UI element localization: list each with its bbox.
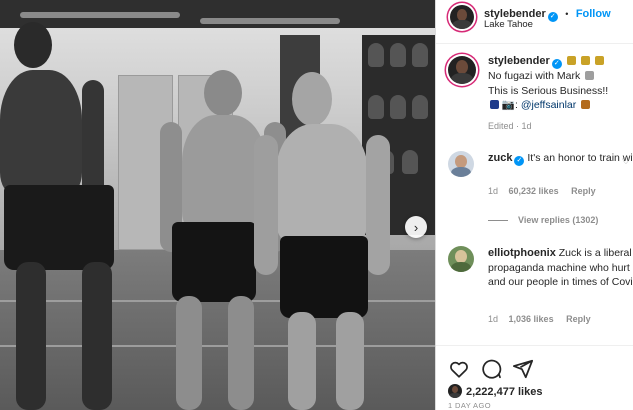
commenter-avatar[interactable] xyxy=(448,246,474,272)
verified-badge-icon: ✓ xyxy=(551,59,562,69)
comment-like-heart-icon[interactable]: ♡ xyxy=(622,156,630,167)
caption-line-1: No fugazi with Mark xyxy=(488,69,633,84)
verified-badge-icon: ✓ xyxy=(547,12,558,22)
photo-pipe xyxy=(200,18,340,24)
comment-likes[interactable]: 1,036 likes xyxy=(509,314,554,324)
post-sidebar: stylebender ✓ • Follow Lake Tahoe stylebe… xyxy=(435,0,633,410)
view-replies-button[interactable]: View replies (1302) xyxy=(488,215,598,225)
verified-badge-icon: ✓ xyxy=(514,156,525,166)
medal-emoji-icon xyxy=(566,56,576,65)
flag-emoji-icon xyxy=(490,100,499,109)
next-photo-button[interactable]: › xyxy=(405,216,427,238)
comment-time: 1d xyxy=(488,314,499,324)
post-actions-bar: 2,222,477 likes 1 DAY AGO xyxy=(436,345,633,410)
emoji-icon xyxy=(585,71,595,80)
comment-text: It's an honor to train with you guys! xyxy=(527,152,633,164)
photo-pipe xyxy=(20,12,180,18)
comment-item: elliotphoenix Zuck is a liberal propagan… xyxy=(448,244,633,334)
commenter-username[interactable]: elliotphoenix xyxy=(488,247,556,259)
comment-likes[interactable]: 60,232 likes xyxy=(509,186,559,196)
follow-button[interactable]: Follow xyxy=(576,8,611,20)
replies-divider xyxy=(488,220,508,222)
likes-summary: 2,222,477 likes xyxy=(448,384,542,398)
comment-item: zuck✓ It's an honor to train with you gu… xyxy=(448,148,633,233)
liker-avatar[interactable] xyxy=(448,384,462,398)
caption-status: Edited · 1d xyxy=(488,120,532,131)
post-date[interactable]: 1 DAY AGO xyxy=(448,401,491,410)
caption-line-2: This is Serious Business!! xyxy=(488,84,609,97)
post-photo[interactable]: › xyxy=(0,0,435,410)
paper-plane-icon[interactable] xyxy=(512,358,534,380)
emoji-icon xyxy=(581,100,591,109)
comment-time: 1d xyxy=(488,186,499,196)
author-avatar[interactable] xyxy=(450,5,474,29)
heart-icon[interactable] xyxy=(448,358,470,380)
mention-link[interactable]: @jeffsainlar xyxy=(521,99,576,111)
commenter-username[interactable]: zuck xyxy=(488,152,512,164)
caption-line-3: 📷: @jeffsainlar xyxy=(488,98,633,113)
post-location[interactable]: Lake Tahoe xyxy=(484,19,533,30)
caption-author-username[interactable]: stylebender xyxy=(488,55,550,67)
reply-button[interactable]: Reply xyxy=(566,314,591,324)
chevron-right-icon: › xyxy=(413,219,419,235)
reply-button[interactable]: Reply xyxy=(571,186,596,196)
caption-author-avatar[interactable] xyxy=(448,56,476,84)
header-separator: • xyxy=(565,9,569,19)
medal-emoji-icon xyxy=(580,56,590,65)
likes-count[interactable]: 2,222,477 likes xyxy=(466,386,542,398)
comments-scroll-fade xyxy=(436,330,633,346)
medal-emoji-icon xyxy=(594,56,604,65)
post-header: stylebender ✓ • Follow Lake Tahoe xyxy=(436,0,633,44)
comment-icon[interactable] xyxy=(480,358,502,380)
commenter-avatar[interactable] xyxy=(448,151,474,177)
